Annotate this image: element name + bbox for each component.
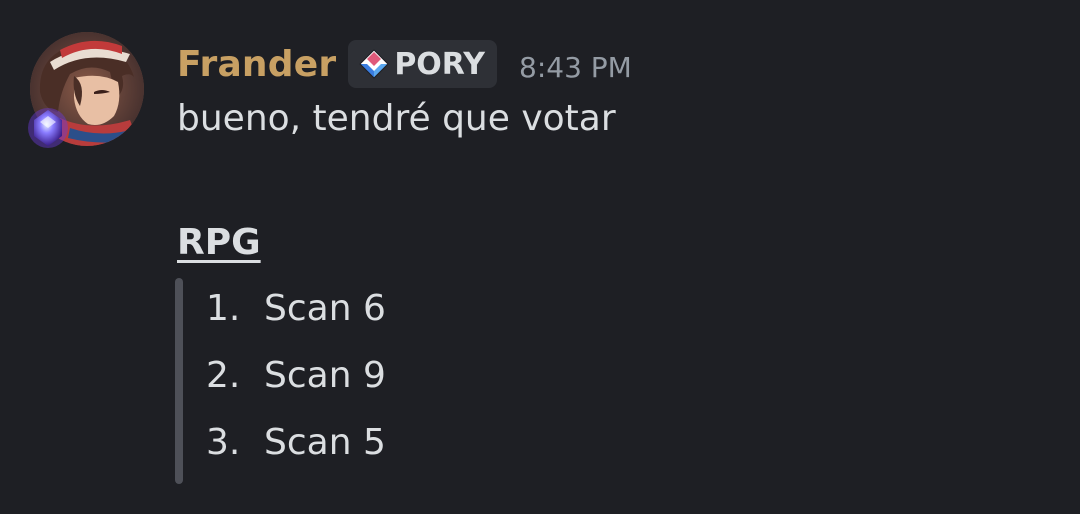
server-tag[interactable]: PORY bbox=[348, 40, 497, 88]
list-item: 2. Scan 9 bbox=[206, 355, 386, 422]
list-item: 3. Scan 5 bbox=[206, 422, 386, 489]
list-item-text: Scan 5 bbox=[264, 422, 386, 463]
message-heading: RPG bbox=[177, 222, 261, 263]
message-header: Frander PORY 8:43 PM bbox=[177, 36, 632, 92]
chat-message: Frander PORY 8:43 PM bueno, tendré que v… bbox=[0, 0, 1080, 514]
blockquote-bar bbox=[175, 278, 183, 484]
pory-badge-icon bbox=[358, 48, 390, 80]
list-item-number: 1. bbox=[206, 288, 241, 329]
list-item-number: 3. bbox=[206, 422, 241, 463]
message-text: bueno, tendré que votar bbox=[177, 98, 616, 139]
purple-gem-icon bbox=[24, 104, 72, 152]
avatar-container[interactable] bbox=[28, 32, 146, 148]
username[interactable]: Frander bbox=[177, 44, 336, 85]
list-item: 1. Scan 6 bbox=[206, 288, 386, 355]
server-tag-label: PORY bbox=[394, 46, 485, 82]
ordered-list: 1. Scan 6 2. Scan 9 3. Scan 5 bbox=[206, 288, 386, 489]
list-item-text: Scan 9 bbox=[264, 355, 386, 396]
list-item-number: 2. bbox=[206, 355, 241, 396]
list-item-text: Scan 6 bbox=[264, 288, 386, 329]
timestamp[interactable]: 8:43 PM bbox=[519, 45, 632, 84]
